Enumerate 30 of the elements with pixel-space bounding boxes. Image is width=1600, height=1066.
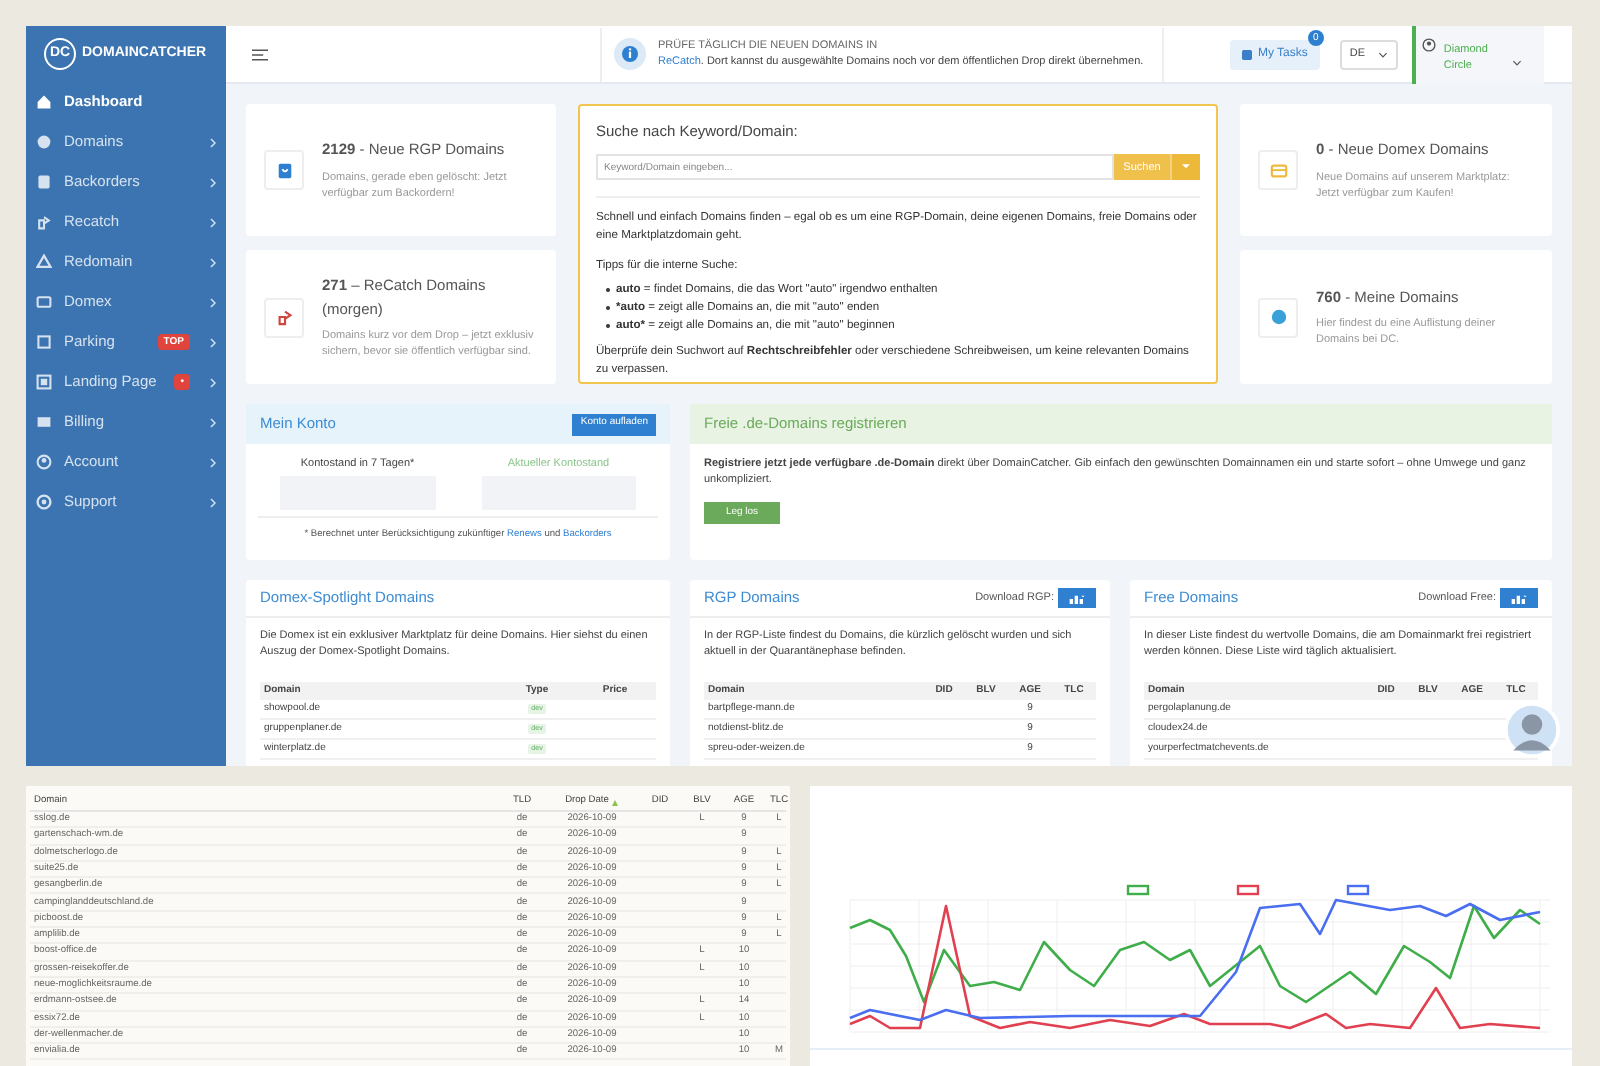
chevron-icon (210, 497, 216, 507)
share-icon (36, 214, 52, 230)
task-icon (1242, 49, 1252, 59)
chart-caret-icon (1067, 593, 1087, 603)
chat-avatar-icon[interactable] (1504, 702, 1560, 758)
chevron-icon (1377, 51, 1388, 57)
user-icon (1421, 37, 1436, 51)
home-icon (36, 94, 52, 110)
chevron-icon (1511, 59, 1522, 65)
info-icon (614, 38, 646, 70)
chevron-icon (210, 217, 216, 227)
store-icon (36, 294, 52, 310)
download-button[interactable] (1500, 588, 1538, 608)
chevron-icon (210, 137, 216, 147)
chevron-icon (210, 257, 216, 267)
caret-icon (1182, 164, 1190, 171)
user-icon (36, 454, 52, 470)
menu-icon[interactable] (252, 47, 268, 61)
lifebuoy-icon (36, 494, 52, 510)
chevron-icon (210, 417, 216, 427)
chevron-icon (210, 457, 216, 467)
chevron-icon (210, 377, 216, 387)
chevron-icon (210, 297, 216, 307)
download-button[interactable] (1058, 588, 1096, 608)
chevron-icon (210, 337, 216, 347)
globe-icon (36, 134, 52, 150)
chart-caret-icon (1509, 593, 1529, 603)
triangle-icon (36, 254, 52, 270)
square-icon (36, 334, 52, 350)
chevron-icon (210, 177, 216, 187)
